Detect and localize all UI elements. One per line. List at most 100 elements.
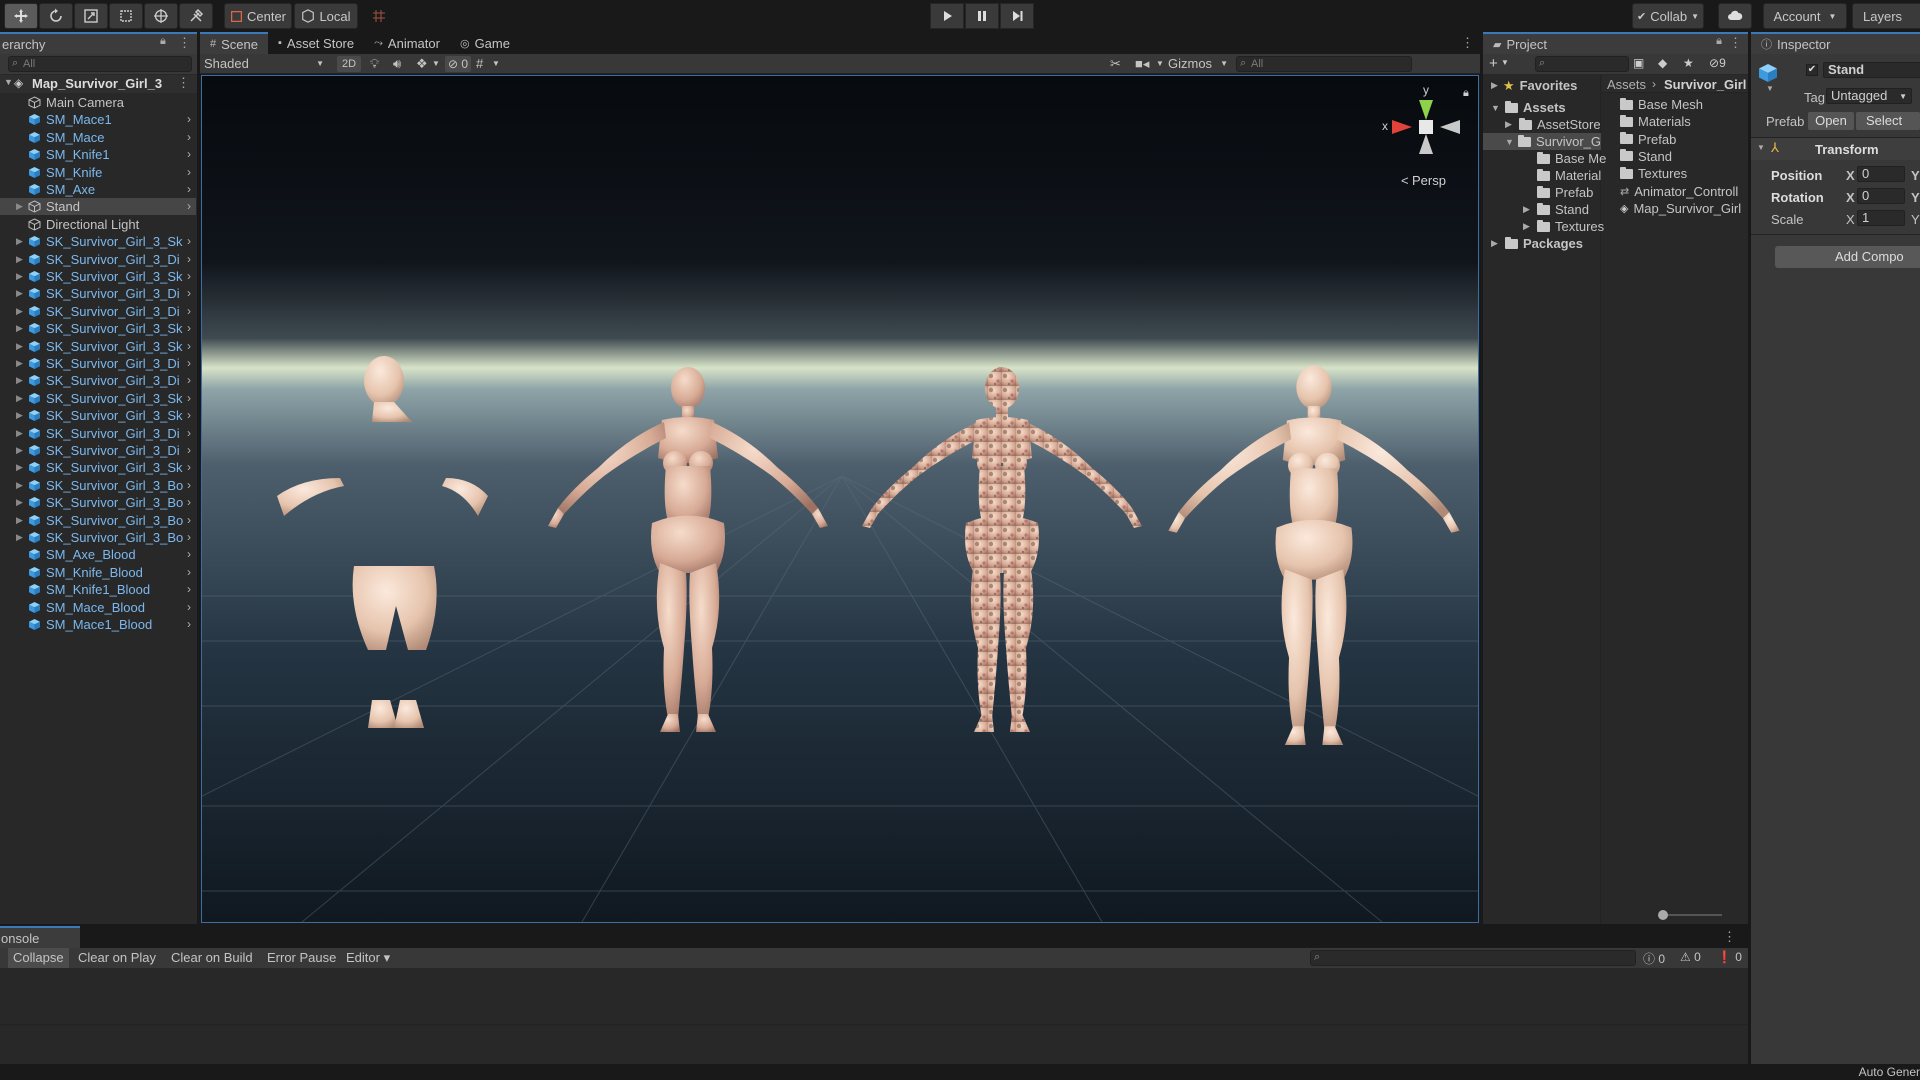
move-tool-icon[interactable] [4, 3, 38, 29]
hierarchy-item[interactable]: SM_Axe_Blood › [0, 546, 196, 563]
add-component-button[interactable]: Add Compo [1775, 246, 1920, 268]
chevron-down-icon[interactable]: ▼ [1766, 84, 1774, 93]
hierarchy-item[interactable]: ▶ Stand › [0, 198, 196, 216]
open-prefab-arrow-icon[interactable]: › [187, 426, 191, 440]
step-button[interactable] [1000, 3, 1034, 29]
expand-arrow-icon[interactable]: ▶ [16, 410, 23, 421]
layers-dropdown[interactable]: Layers [1852, 3, 1920, 29]
expand-arrow-icon[interactable]: ▶ [1523, 204, 1537, 215]
expand-arrow-icon[interactable]: ▶ [16, 323, 23, 334]
console-collapse-button[interactable]: Collapse [8, 948, 69, 968]
object-name-field[interactable]: Stand [1823, 62, 1920, 78]
project-file-item[interactable]: ◈ Map_Survivor_Girl [1620, 200, 1741, 217]
expand-arrow-icon[interactable]: ▶ [16, 393, 23, 404]
tab-project[interactable]: ▰ Project [1483, 32, 1748, 54]
open-prefab-arrow-icon[interactable]: › [187, 269, 191, 283]
tab-hierarchy[interactable]: erarchy [0, 32, 197, 54]
scene-viewport[interactable]: y x 🔒︎ < Persp [201, 75, 1479, 923]
hierarchy-item[interactable]: ▶ SK_Survivor_Girl_3_Bo › [0, 529, 196, 546]
lighting-toggle-icon[interactable]: 💡︎ [370, 56, 379, 72]
hierarchy-item[interactable]: ▶ SK_Survivor_Girl_3_Sk › [0, 338, 196, 355]
hierarchy-item[interactable]: Directional Light [0, 216, 196, 233]
chevron-down-icon[interactable]: ▼ [1501, 58, 1509, 67]
hidden-packages-icon[interactable]: ⊘9 [1709, 56, 1726, 70]
cloud-icon[interactable] [1718, 3, 1752, 29]
hierarchy-item[interactable]: SM_Axe › [0, 181, 196, 198]
project-file-item[interactable]: Stand [1620, 148, 1672, 165]
project-file-item[interactable]: ⇄ Animator_Controll [1620, 183, 1738, 200]
chevron-down-icon[interactable]: ▼ [492, 56, 500, 72]
play-button[interactable] [930, 3, 964, 29]
search-by-type-icon[interactable]: ▣ [1633, 56, 1644, 70]
project-tree-item[interactable]: ▶ AssetStore [1505, 116, 1601, 133]
transform-header[interactable]: ▼ ⅄ Transform [1751, 138, 1920, 160]
open-prefab-arrow-icon[interactable]: › [187, 112, 191, 126]
project-file-item[interactable]: Materials [1620, 113, 1691, 130]
chevron-down-icon[interactable]: ▼ [1757, 143, 1765, 152]
hierarchy-item[interactable]: SM_Knife_Blood › [0, 564, 196, 581]
scene-menu-icon[interactable]: ⋮ [177, 75, 190, 91]
open-prefab-arrow-icon[interactable]: › [187, 339, 191, 353]
kebab-menu-icon[interactable]: ⋮ [1461, 35, 1474, 51]
rotate-tool-icon[interactable] [39, 3, 73, 29]
open-prefab-arrow-icon[interactable]: › [187, 478, 191, 492]
tab-asset-store[interactable]: ▪ Asset Store [268, 32, 364, 54]
hierarchy-item[interactable]: SM_Knife › [0, 164, 196, 181]
expand-arrow-icon[interactable]: ▶ [16, 375, 23, 386]
expand-arrow-icon[interactable]: ▼ [1505, 137, 1518, 147]
expand-arrow-icon[interactable]: ▶ [16, 341, 23, 352]
hierarchy-item[interactable]: ▶ SK_Survivor_Girl_3_Sk › [0, 320, 196, 337]
hierarchy-item[interactable]: SM_Knife1_Blood › [0, 581, 196, 598]
breadcrumb-assets[interactable]: Assets [1607, 77, 1646, 92]
expand-arrow-icon[interactable]: ▶ [1505, 119, 1519, 130]
hierarchy-item[interactable]: ▶ SK_Survivor_Girl_3_Sk › [0, 407, 196, 424]
console-editor-button[interactable]: Editor ▾ [341, 948, 396, 968]
hierarchy-search-input[interactable]: All [8, 56, 192, 72]
camera-icon[interactable]: ■◂ [1135, 56, 1149, 72]
breadcrumb-current[interactable]: Survivor_Girl [1664, 77, 1746, 92]
open-prefab-arrow-icon[interactable]: › [187, 565, 191, 579]
expand-arrow-icon[interactable]: ▶ [16, 515, 23, 526]
open-prefab-arrow-icon[interactable]: › [187, 147, 191, 161]
expand-arrow-icon[interactable]: ▶ [16, 254, 23, 265]
transform-tool-icon[interactable] [144, 3, 178, 29]
hierarchy-item[interactable]: ▶ SK_Survivor_Girl_3_Di › [0, 425, 196, 442]
rect-tool-icon[interactable] [109, 3, 143, 29]
expand-arrow-icon[interactable]: ▶ [16, 358, 23, 369]
hierarchy-item[interactable]: SM_Mace1_Blood › [0, 616, 196, 633]
expand-arrow-icon[interactable]: ▶ [1491, 238, 1505, 249]
scene-search-input[interactable]: All [1236, 56, 1412, 72]
expand-arrow-icon[interactable]: ▶ [16, 480, 23, 491]
open-prefab-arrow-icon[interactable]: › [187, 199, 191, 213]
expand-arrow-icon[interactable]: ▶ [16, 497, 23, 508]
open-prefab-arrow-icon[interactable]: › [187, 600, 191, 614]
lock-icon[interactable]: 🔒︎ [160, 35, 166, 48]
project-file-item[interactable]: Base Mesh [1620, 96, 1703, 113]
open-prefab-arrow-icon[interactable]: › [187, 321, 191, 335]
project-search-input[interactable] [1535, 56, 1629, 72]
console-warning-toggle[interactable]: ⚠ 0 [1680, 950, 1701, 964]
rotation-x-field[interactable]: 0 [1857, 188, 1905, 204]
grid-snap-icon[interactable] [362, 3, 396, 29]
open-prefab-arrow-icon[interactable]: › [187, 495, 191, 509]
active-checkbox[interactable]: ✔ [1806, 64, 1818, 76]
prefab-open-button[interactable]: Open [1808, 112, 1854, 130]
chevron-down-icon[interactable]: ▼ [432, 56, 440, 72]
open-prefab-arrow-icon[interactable]: › [187, 408, 191, 422]
tab-game[interactable]: ◎ Game [450, 32, 520, 54]
custom-tool-icon[interactable] [179, 3, 213, 29]
hierarchy-item[interactable]: ▶ SK_Survivor_Girl_3_Di › [0, 372, 196, 389]
hierarchy-item[interactable]: ▶ SK_Survivor_Girl_3_Di › [0, 355, 196, 372]
hierarchy-item[interactable]: ▶ SK_Survivor_Girl_3_Sk › [0, 233, 196, 250]
expand-arrow-icon[interactable]: ▼ [4, 77, 13, 87]
tab-console[interactable]: onsole [0, 926, 80, 948]
project-tree-item[interactable]: Prefab [1523, 184, 1593, 201]
hierarchy-item[interactable]: ▶ SK_Survivor_Girl_3_Bo › [0, 494, 196, 511]
open-prefab-arrow-icon[interactable]: › [187, 547, 191, 561]
effects-toggle-icon[interactable]: ❖ [416, 56, 428, 72]
expand-arrow-icon[interactable]: ▶ [16, 288, 23, 299]
favorite-star-icon[interactable]: ★ [1683, 56, 1694, 70]
hierarchy-scene-row[interactable]: ▼ ◈ Map_Survivor_Girl_3 ⋮ [0, 75, 197, 93]
open-prefab-arrow-icon[interactable]: › [187, 582, 191, 596]
expand-arrow-icon[interactable]: ▶ [16, 428, 23, 439]
